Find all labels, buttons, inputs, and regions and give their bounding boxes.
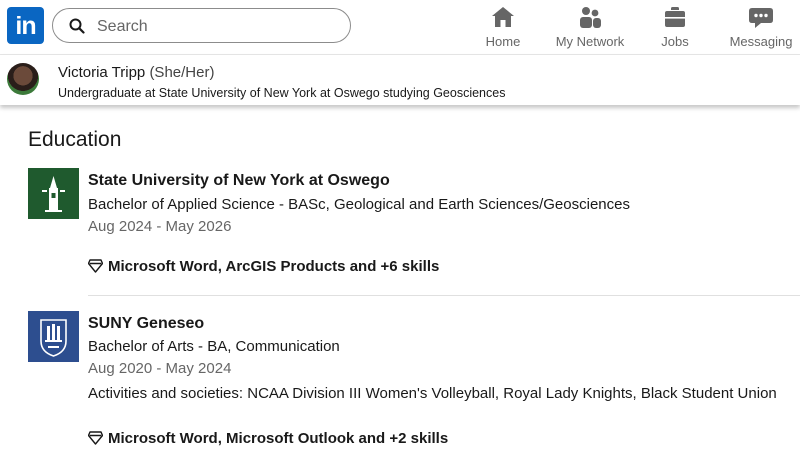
divider bbox=[88, 295, 800, 296]
profile-pronouns: (She/Her) bbox=[149, 64, 215, 81]
nav-messaging-label: Messaging bbox=[729, 34, 793, 49]
crest-icon bbox=[40, 319, 67, 357]
nav-home[interactable]: Home bbox=[478, 5, 528, 50]
profile-name-line: Victoria Tripp (She/Her) bbox=[58, 64, 214, 81]
dates: Aug 2020 - May 2024 bbox=[88, 360, 232, 377]
network-icon bbox=[580, 7, 601, 28]
section-title: Education bbox=[28, 128, 122, 151]
home-icon bbox=[492, 7, 514, 27]
linkedin-logo[interactable]: in bbox=[7, 7, 44, 44]
tower-icon bbox=[42, 176, 65, 212]
diamond-icon bbox=[87, 259, 104, 273]
school-name[interactable]: SUNY Geneseo bbox=[88, 315, 204, 333]
top-nav: in Home My Network Jobs bbox=[0, 0, 800, 55]
geneseo-logo[interactable] bbox=[28, 311, 79, 362]
nav-messaging[interactable]: Messaging bbox=[727, 5, 795, 50]
search-box[interactable] bbox=[52, 8, 351, 43]
messaging-icon bbox=[749, 8, 773, 28]
briefcase-icon bbox=[665, 7, 685, 27]
profile-name[interactable]: Victoria Tripp bbox=[58, 64, 145, 81]
dates: Aug 2024 - May 2026 bbox=[88, 218, 232, 235]
nav-my-network-label: My Network bbox=[555, 34, 625, 49]
search-icon bbox=[69, 18, 85, 34]
diamond-icon bbox=[87, 431, 104, 445]
degree: Bachelor of Arts - BA, Communication bbox=[88, 338, 340, 355]
nav-jobs[interactable]: Jobs bbox=[655, 5, 695, 50]
skills-text: Microsoft Word, Microsoft Outlook and +2… bbox=[108, 430, 449, 447]
skills-text: Microsoft Word, ArcGIS Products and +6 s… bbox=[108, 258, 440, 275]
profile-header: Victoria Tripp (She/Her) Undergraduate a… bbox=[0, 55, 800, 105]
search-input[interactable] bbox=[95, 15, 339, 39]
skills-link[interactable]: Microsoft Word, Microsoft Outlook and +2… bbox=[87, 430, 449, 447]
skills-link[interactable]: Microsoft Word, ArcGIS Products and +6 s… bbox=[87, 258, 440, 275]
nav-home-label: Home bbox=[485, 34, 521, 49]
school-name[interactable]: State University of New York at Oswego bbox=[88, 172, 390, 190]
degree: Bachelor of Applied Science - BASc, Geol… bbox=[88, 196, 630, 213]
profile-headline: Undergraduate at State University of New… bbox=[58, 86, 506, 100]
activities: Activities and societies: NCAA Division … bbox=[88, 385, 777, 402]
oswego-logo[interactable] bbox=[28, 168, 79, 219]
nav-my-network[interactable]: My Network bbox=[551, 5, 629, 50]
nav-jobs-label: Jobs bbox=[661, 34, 689, 49]
avatar[interactable] bbox=[7, 63, 39, 95]
